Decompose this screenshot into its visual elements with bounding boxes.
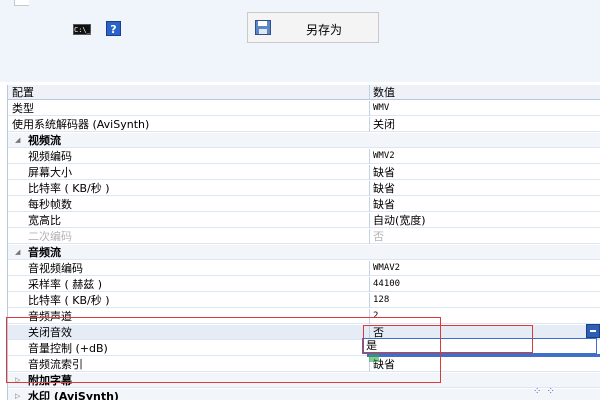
prop-name: 音量控制 (+dB) — [8, 341, 370, 356]
save-as-label: 另存为 — [306, 23, 343, 37]
prop-name: 采样率 ( 赫兹 ) — [8, 277, 370, 292]
prop-row[interactable]: 音视频编码 WMAV2 — [8, 261, 600, 276]
prop-row[interactable]: 音频声道 2 — [8, 309, 600, 324]
section-header: ▷ 水印 (AviSynth) — [8, 389, 370, 400]
help-icon[interactable]: ? — [106, 21, 121, 36]
prop-row[interactable]: 采样率 ( 赫兹 ) 44100 — [8, 277, 600, 292]
prop-value[interactable]: WMV2 — [373, 149, 395, 164]
prop-name: 音频声道 — [8, 309, 370, 324]
prop-name: 比特率 ( KB/秒 ) — [8, 293, 370, 308]
prop-name: 使用系统解码器 (AviSynth) — [8, 117, 370, 132]
window-corner — [14, 0, 29, 6]
prop-row[interactable]: 比特率 ( KB/秒 ) 缺省 — [8, 181, 600, 196]
section-audio[interactable]: ◢ 音频流 — [8, 245, 600, 260]
prop-value[interactable]: WMAV2 — [373, 261, 400, 276]
dropdown-option-yes[interactable]: 是 — [366, 339, 377, 353]
prop-row-type[interactable]: 类型 WMV — [8, 101, 600, 116]
prop-name: 类型 — [8, 101, 370, 116]
header-config: 配置 — [8, 85, 370, 100]
prop-name: 每秒帧数 — [8, 197, 370, 212]
console-icon[interactable]: C:\_ — [73, 24, 91, 35]
section-video[interactable]: ◢ 视频流 — [8, 133, 600, 148]
prop-value[interactable]: 缺省 — [373, 165, 395, 180]
loading-dots: ⁘ ⁘ — [533, 386, 556, 397]
prop-value[interactable]: 自动(宽度) — [373, 213, 426, 228]
prop-row[interactable]: 比特率 ( KB/秒 ) 128 — [8, 293, 600, 308]
save-as-button[interactable]: 另存为 — [247, 12, 379, 43]
prop-name: 视频编码 — [8, 149, 370, 164]
section-header: ▷ 附加字幕 — [8, 373, 370, 388]
collapse-icon[interactable]: ◢ — [15, 133, 20, 148]
prop-name: 屏幕大小 — [8, 165, 370, 180]
header-value: 数值 — [373, 86, 395, 99]
prop-name: 关闭音效 — [8, 325, 370, 340]
prop-name: 音频流索引 — [8, 357, 370, 372]
prop-name: 二次编码 — [8, 229, 370, 244]
expand-icon[interactable]: ▷ — [15, 373, 20, 388]
prop-name: 比特率 ( KB/秒 ) — [8, 181, 370, 196]
dropdown-arrow-button[interactable] — [586, 324, 600, 338]
dropdown-focus-bar — [367, 354, 600, 357]
prop-value[interactable]: 2 — [373, 309, 378, 324]
toolbar: C:\_ ? 另存为 — [0, 0, 600, 82]
prop-row-disabled: 二次编码 否 — [8, 229, 600, 244]
section-header: ◢ 视频流 — [8, 133, 370, 148]
prop-row[interactable]: 视频编码 WMV2 — [8, 149, 600, 164]
prop-value[interactable]: 缺省 — [373, 197, 395, 212]
prop-value[interactable]: 缺省 — [373, 181, 395, 196]
collapse-icon[interactable]: ◢ — [15, 245, 20, 260]
prop-value[interactable]: 44100 — [373, 277, 400, 292]
prop-row[interactable]: 音频流索引 缺省 — [8, 357, 600, 372]
dropdown-list[interactable]: 是 — [362, 338, 597, 354]
prop-row[interactable]: 屏幕大小 缺省 — [8, 165, 600, 180]
selection-marker — [369, 354, 379, 362]
floppy-disk-icon — [255, 20, 271, 35]
section-title: 水印 (AviSynth) — [28, 390, 119, 400]
section-watermark[interactable]: ▷ 水印 (AviSynth) — [8, 389, 600, 400]
prop-row[interactable]: 每秒帧数 缺省 — [8, 197, 600, 212]
prop-name: 音视频编码 — [8, 261, 370, 276]
prop-value[interactable]: 128 — [373, 293, 389, 308]
expand-icon[interactable]: ▷ — [15, 389, 20, 400]
prop-row[interactable]: 宽高比 自动(宽度) — [8, 213, 600, 228]
section-subtitles[interactable]: ▷ 附加字幕 — [8, 373, 600, 388]
prop-row-system-decoder[interactable]: 使用系统解码器 (AviSynth) 关闭 — [8, 117, 600, 132]
prop-value[interactable]: WMV — [373, 101, 389, 116]
prop-name: 宽高比 — [8, 213, 370, 228]
prop-value: 否 — [373, 230, 384, 243]
section-header: ◢ 音频流 — [8, 245, 370, 260]
grid-header: 配置 数值 — [8, 85, 600, 100]
prop-value[interactable]: 关闭 — [373, 117, 395, 132]
